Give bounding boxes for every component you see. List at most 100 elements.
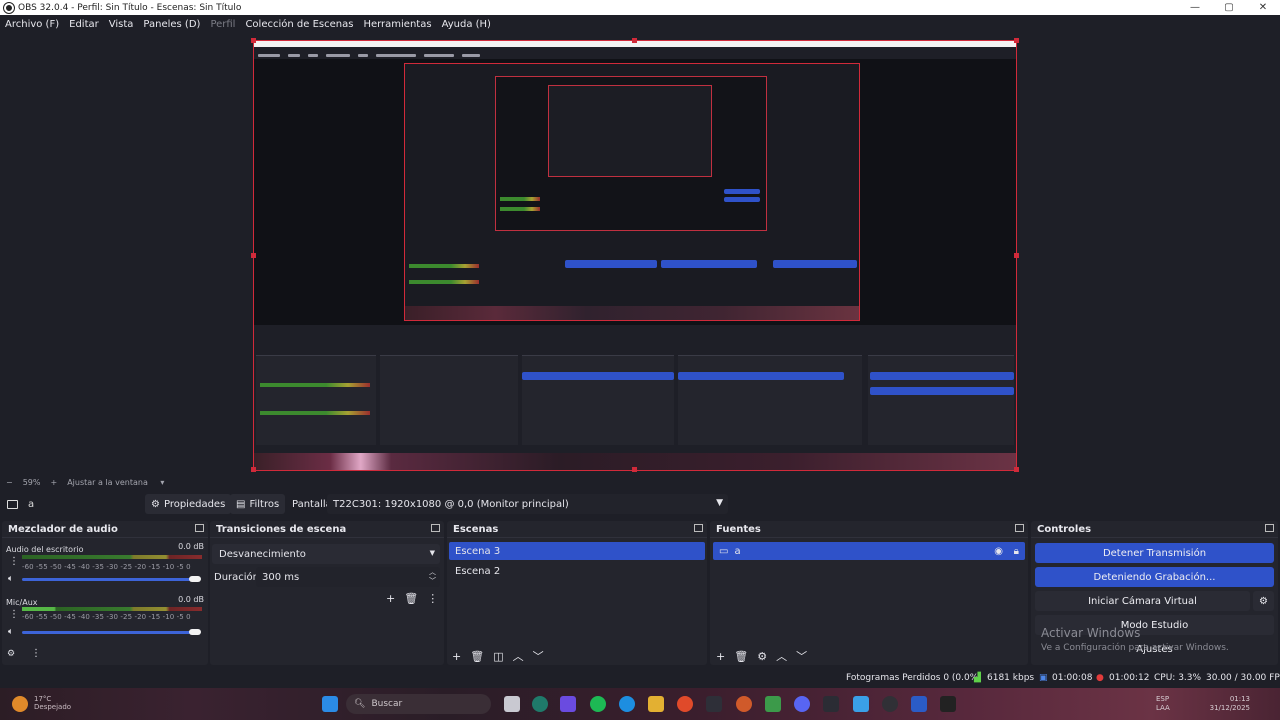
task-view-icon[interactable] <box>504 696 520 712</box>
eye-icon[interactable]: ◉ <box>994 546 1003 557</box>
undock-icon[interactable] <box>694 524 703 532</box>
stop-recording-button[interactable]: Deteniendo Grabación... <box>1035 567 1274 587</box>
scenes-title: Escenas <box>453 523 499 535</box>
undock-icon[interactable] <box>195 524 204 532</box>
zoom-out-button[interactable]: − <box>6 478 13 487</box>
lock-icon[interactable]: 🔒︎ <box>1014 546 1019 557</box>
menu-paneles[interactable]: Paneles (D) <box>143 19 200 30</box>
obs-taskbar-icon[interactable] <box>882 696 898 712</box>
volume-slider[interactable] <box>22 578 192 581</box>
scene-item[interactable]: Escena 3 <box>449 542 705 560</box>
word-icon[interactable] <box>911 696 927 712</box>
display-select-value: T22C301: 1920x1080 @ 0,0 (Monitor princi… <box>333 498 569 510</box>
menu-vista[interactable]: Vista <box>109 19 134 30</box>
resize-handle[interactable] <box>1014 467 1019 472</box>
weather-icon[interactable] <box>12 696 28 712</box>
undock-icon[interactable] <box>431 524 440 532</box>
filters-button[interactable]: ▤ Filtros <box>230 494 286 514</box>
speaker-icon[interactable]: 🔈︎ <box>8 574 13 584</box>
app-icon[interactable] <box>736 696 752 712</box>
undock-icon[interactable] <box>1265 524 1274 532</box>
source-item[interactable]: ▭ a ◉ 🔒︎ <box>713 542 1025 560</box>
zoom-in-button[interactable]: + <box>50 478 57 487</box>
spin-arrows-icon[interactable]: ︿ ﹀ <box>429 568 436 586</box>
spotify-icon[interactable] <box>590 696 606 712</box>
preview-area[interactable] <box>0 33 1280 475</box>
app-icon[interactable] <box>823 696 839 712</box>
move-down-icon[interactable]: ﹀ <box>533 650 544 663</box>
kebab-menu-icon[interactable]: ⋮ <box>9 609 19 620</box>
trash-icon[interactable]: 🗑︎ <box>734 650 748 663</box>
volume-slider-knob[interactable] <box>189 629 201 635</box>
kebab-menu-icon[interactable]: ⋮ <box>9 556 19 567</box>
menu-perfil[interactable]: Perfil <box>210 19 235 30</box>
chrome-icon[interactable] <box>677 696 693 712</box>
kebab-menu-icon[interactable]: ⋮ <box>427 592 438 605</box>
edge-icon[interactable] <box>619 696 635 712</box>
language-indicator[interactable]: ESP LAA <box>1156 695 1170 713</box>
copilot-icon[interactable] <box>560 696 576 712</box>
menu-herramientas[interactable]: Herramientas <box>363 19 431 30</box>
taskbar-clock[interactable]: 01:13 31/12/2025 <box>1210 695 1250 713</box>
app-icon[interactable] <box>853 696 869 712</box>
scene-filter-icon[interactable]: ◫ <box>493 650 503 663</box>
weather-widget[interactable]: 17°C Despejado <box>34 695 71 711</box>
resize-handle[interactable] <box>1014 253 1019 258</box>
volume-slider-knob[interactable] <box>189 576 201 582</box>
scene-item[interactable]: Escena 2 <box>449 562 705 580</box>
sources-toolbar: + 🗑︎ ⚙ ︿ ﹀ <box>716 648 816 664</box>
taskbar-search[interactable]: 🔍︎ Buscar <box>346 694 491 714</box>
file-explorer-icon[interactable] <box>648 696 664 712</box>
app-icon[interactable] <box>940 696 956 712</box>
windows-start-icon[interactable] <box>322 696 338 712</box>
app-icon[interactable] <box>765 696 781 712</box>
undock-icon[interactable] <box>1015 524 1024 532</box>
resize-handle[interactable] <box>251 253 256 258</box>
add-transition-icon[interactable]: + <box>386 592 395 605</box>
zoom-fit-label: Ajustar a la ventana <box>67 477 148 487</box>
minimize-button[interactable]: — <box>1178 0 1212 15</box>
preview-source-frame[interactable] <box>253 40 1017 471</box>
duration-input[interactable]: 300 ms ︿ ﹀ <box>256 567 440 587</box>
speaker-icon[interactable]: 🔈︎ <box>8 627 13 637</box>
resize-handle[interactable] <box>251 38 256 43</box>
zoom-fit-dropdown[interactable]: Ajustar a la ventana ▾ <box>67 478 174 487</box>
app-icon[interactable] <box>532 696 548 712</box>
trash-icon[interactable]: 🗑︎ <box>404 592 418 605</box>
trash-icon[interactable]: 🗑︎ <box>470 650 484 663</box>
menu-ayuda[interactable]: Ayuda (H) <box>442 19 491 30</box>
audio-mixer-title: Mezclador de audio <box>8 523 118 535</box>
volume-slider[interactable] <box>22 631 192 634</box>
menu-editar[interactable]: Editar <box>69 19 99 30</box>
gear-icon[interactable]: ⚙ <box>757 650 767 663</box>
advanced-audio-icon[interactable]: ⚙ <box>7 649 15 659</box>
meter-ticks: -60 -55 -50 -45 -40 -35 -30 -25 -20 -15 … <box>22 563 191 571</box>
nested-preview <box>404 63 860 321</box>
display-select[interactable]: T22C301: 1920x1080 @ 0,0 (Monitor princi… <box>327 494 728 514</box>
add-source-icon[interactable]: + <box>716 650 725 663</box>
discord-icon[interactable] <box>794 696 810 712</box>
move-up-icon[interactable]: ︿ <box>776 650 787 663</box>
move-down-icon[interactable]: ﹀ <box>796 650 807 663</box>
virtual-camera-settings-button[interactable]: ⚙ <box>1253 591 1274 611</box>
resize-handle[interactable] <box>632 38 637 43</box>
stop-stream-button[interactable]: Detener Transmisión <box>1035 543 1274 563</box>
properties-button[interactable]: ⚙ Propiedades <box>145 494 232 514</box>
resize-handle[interactable] <box>1014 38 1019 43</box>
menu-coleccion-escenas[interactable]: Colección de Escenas <box>245 19 353 30</box>
close-button[interactable]: ✕ <box>1246 0 1280 15</box>
move-up-icon[interactable]: ︿ <box>513 650 524 663</box>
resize-handle[interactable] <box>632 467 637 472</box>
transition-select[interactable]: Desvanecimiento ▼ <box>212 544 440 564</box>
maximize-button[interactable]: ▢ <box>1212 0 1246 15</box>
app-icon[interactable] <box>706 696 722 712</box>
gear-icon: ⚙ <box>1259 595 1268 607</box>
kebab-menu-icon[interactable]: ⋮ <box>31 648 41 659</box>
start-virtual-camera-button[interactable]: Iniciar Cámara Virtual <box>1035 591 1250 611</box>
scene-item-label: Escena 3 <box>455 545 501 557</box>
resize-handle[interactable] <box>251 467 256 472</box>
monitor-icon: ▭ <box>719 545 729 557</box>
nested-preview-2 <box>495 76 767 231</box>
menu-archivo[interactable]: Archivo (F) <box>5 19 59 30</box>
add-scene-icon[interactable]: + <box>452 650 461 663</box>
